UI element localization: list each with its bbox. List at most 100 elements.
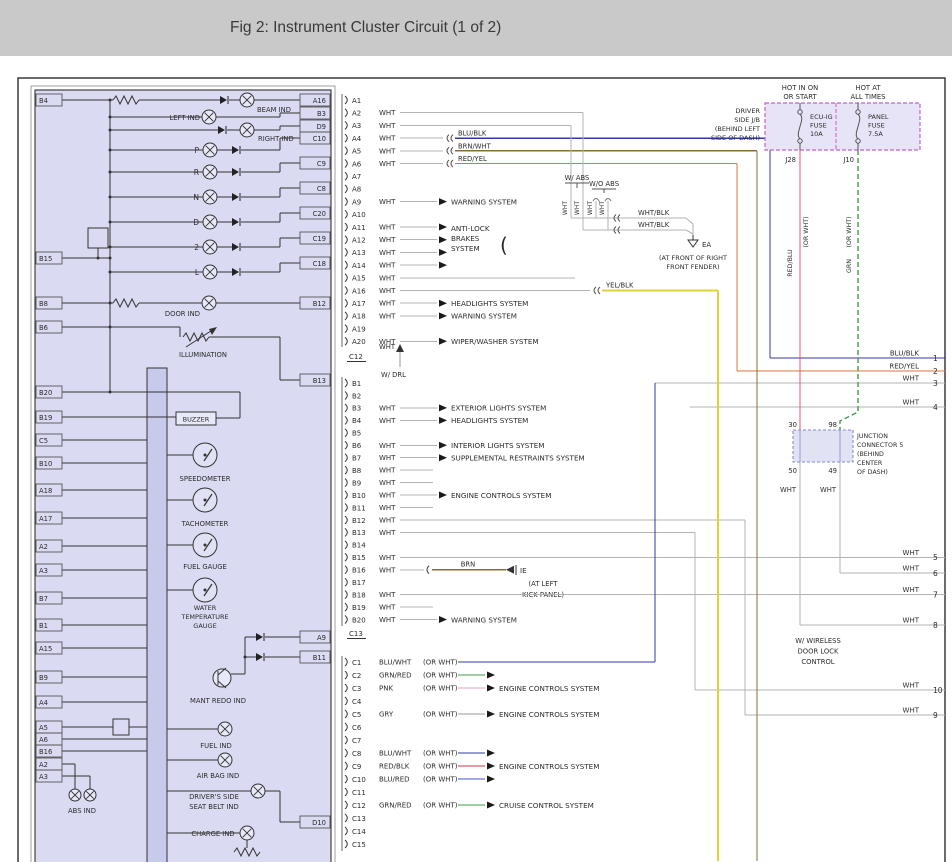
- pin-label: B7: [352, 455, 361, 463]
- junction-dot: [109, 246, 112, 249]
- wire-color-label: RED/BLU: [787, 249, 794, 277]
- pin-label: A4: [352, 135, 362, 143]
- speedometer-label: SPEEDOMETER: [180, 475, 231, 483]
- system-label: ANTI-LOCK: [451, 224, 490, 233]
- edge-wire-label: WHT: [903, 565, 920, 573]
- system-label: INTERIOR LIGHTS SYSTEM: [451, 441, 544, 450]
- pin-label: B8: [352, 467, 361, 475]
- pin-label: C15: [352, 841, 366, 849]
- junction-dot: [109, 149, 112, 152]
- abs-option-label: W/O ABS: [589, 180, 619, 188]
- junction-pin: 49: [828, 467, 837, 475]
- cluster-pin-label: A3: [39, 773, 48, 781]
- wire-color-label: WHT: [379, 554, 396, 562]
- pin-label: C12: [352, 802, 366, 810]
- wire-color-label: WHT: [379, 529, 396, 537]
- wire-color-label: WHT: [379, 160, 396, 168]
- wire-color-label: WHT: [379, 604, 396, 612]
- connector-ref: C13: [349, 630, 363, 638]
- system-label: CRUISE CONTROL SYSTEM: [499, 801, 594, 810]
- edge-number: 3: [933, 379, 938, 388]
- wire-color-label: GRN/RED: [379, 802, 412, 810]
- wire-color-label: WHT: [379, 274, 396, 282]
- wire-color-label: WHT: [379, 504, 396, 512]
- cluster-pin-label: A9: [317, 634, 326, 642]
- edge-wire-label: WHT: [903, 399, 920, 407]
- wire-color-label: PNK: [379, 685, 393, 693]
- jb-label: (BEHIND LEFT: [715, 125, 760, 133]
- wire-color-label: WHT: [379, 467, 396, 475]
- wire-color-label: WHT/BLK: [638, 209, 670, 217]
- pin-label: B15: [352, 554, 366, 562]
- edge-number: 7: [933, 590, 938, 599]
- edge-wire-label: WHT: [903, 586, 920, 594]
- connector-ref: J10: [842, 156, 854, 164]
- wire-color-label: WHT: [599, 201, 606, 215]
- wireless-note: W/ WIRELESS: [795, 637, 841, 645]
- pin-label: A1: [352, 97, 361, 105]
- pin-label: A10: [352, 211, 366, 219]
- connector-ref: C12: [349, 353, 363, 361]
- wire-color-label: RED/YEL: [458, 155, 487, 163]
- cluster-pin-label: A3: [39, 567, 48, 575]
- circle: [204, 544, 207, 547]
- circle: [204, 454, 207, 457]
- junction-dot: [109, 221, 112, 224]
- cluster-pin-label: C19: [313, 235, 326, 243]
- system-label: SYSTEM: [451, 244, 480, 253]
- pin-label: A2: [352, 110, 361, 118]
- illumination-label: ILLUMINATION: [179, 351, 227, 359]
- pin-label: B18: [352, 591, 366, 599]
- junction-label: (BEHIND: [857, 451, 884, 458]
- junction-label: JUNCTION: [856, 433, 888, 440]
- cluster-pin-label: C5: [39, 437, 48, 445]
- pin-label: A14: [352, 262, 366, 270]
- wire-color-label: GRN: [846, 259, 853, 273]
- cluster-pin-label: B9: [39, 674, 48, 682]
- system-label: HEADLIGHTS SYSTEM: [451, 299, 528, 308]
- cluster-pin-label: B13: [313, 377, 326, 385]
- fuse-label: FUSE: [868, 122, 885, 130]
- wire-color-label: WHT: [379, 404, 396, 412]
- wire-color-label: RED/BLK: [379, 763, 410, 771]
- cluster-pin-label: B3: [317, 110, 326, 118]
- pin-label: A17: [352, 300, 366, 308]
- pin-label: C5: [352, 711, 361, 719]
- water-temp-label: GAUGE: [193, 622, 216, 630]
- pin-label: B20: [352, 616, 366, 624]
- pin-label: B9: [352, 479, 361, 487]
- wire-color-label: WHT: [562, 201, 569, 215]
- wire-color-label: GRY: [379, 711, 394, 719]
- wire-alt-label: (OR WHT): [423, 763, 458, 771]
- circle: [204, 499, 207, 502]
- wire-color-label: WHT: [379, 122, 396, 130]
- cluster-pin-label: A17: [39, 515, 52, 523]
- jb-label: SIDE OF DASH): [711, 134, 760, 142]
- wire-color-label: WHT: [379, 300, 396, 308]
- cluster-pin-label: D9: [316, 123, 326, 131]
- edge-number: 1: [933, 354, 938, 363]
- wire-alt-label: (OR WHT): [423, 672, 458, 680]
- system-label: HEADLIGHTS SYSTEM: [451, 416, 528, 425]
- system-label: WARNING SYSTEM: [451, 615, 517, 624]
- pin-label: A15: [352, 275, 366, 283]
- seat-belt-ind-label: SEAT BELT IND: [189, 803, 239, 811]
- system-label: BRAKES: [451, 234, 480, 243]
- junction-dot: [109, 271, 112, 274]
- pin-label: C4: [352, 698, 362, 706]
- wire-color-label: WHT: [379, 236, 396, 244]
- cluster-pin-label: A18: [39, 487, 52, 495]
- edge-number: 5: [933, 553, 938, 562]
- system-label: ENGINE CONTROLS SYSTEM: [451, 491, 551, 500]
- jb-label: SIDE J/B: [734, 116, 760, 124]
- pin-label: C9: [352, 763, 361, 771]
- cluster-pin-label: B20: [39, 389, 52, 397]
- system-label: WARNING SYSTEM: [451, 197, 517, 206]
- system-label: SUPPLEMENTAL RESTRAINTS SYSTEM: [451, 454, 585, 463]
- pin-label: A19: [352, 325, 366, 333]
- wire-alt-label: (OR WHT): [423, 659, 458, 667]
- cluster-pin-label: C20: [313, 210, 326, 218]
- wireless-note: CONTROL: [801, 658, 834, 666]
- pin-label: A16: [352, 287, 366, 295]
- wire-color-label: WHT: [379, 109, 396, 117]
